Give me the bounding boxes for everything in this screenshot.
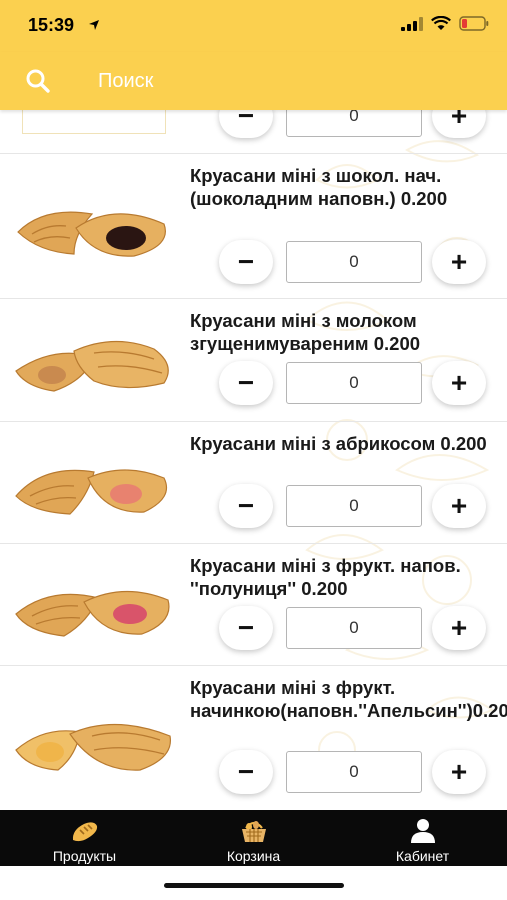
search-bar[interactable]: Поиск xyxy=(0,52,507,110)
increase-button[interactable]: + xyxy=(432,361,486,405)
home-indicator-area xyxy=(0,866,507,900)
croissant-orange-image xyxy=(15,723,172,771)
status-time: 15:39 xyxy=(28,15,75,35)
product-name: Круасани міні з фрукт. напов. ''полуниця… xyxy=(190,555,461,599)
product-list[interactable]: − + Круасани міні з шокол. нач. (шоколад… xyxy=(0,110,507,810)
status-bar: 15:39 xyxy=(0,0,507,52)
quantity-input[interactable] xyxy=(286,607,422,649)
croissant-chocolate-image xyxy=(17,211,166,257)
quantity-input[interactable] xyxy=(286,110,422,137)
product-name: Круасани міні з молоком згущенимувареним… xyxy=(190,310,421,354)
quantity-input[interactable] xyxy=(286,362,422,404)
quantity-input[interactable] xyxy=(286,485,422,527)
status-indicators xyxy=(401,16,489,31)
quantity-input[interactable] xyxy=(286,751,422,793)
product-name: Круасани міні з фрукт. начинкою(наповн.'… xyxy=(190,677,507,721)
home-indicator[interactable] xyxy=(164,883,344,888)
decrease-button[interactable]: − xyxy=(219,484,273,528)
croissant-apricot-image xyxy=(15,469,168,515)
product-row: Круасани міні з абрикосом 0.200 − + xyxy=(0,422,507,544)
search-icon[interactable] xyxy=(25,68,51,94)
product-row: − + xyxy=(0,110,507,154)
increase-button[interactable]: + xyxy=(432,750,486,794)
tab-account[interactable]: Кабинет xyxy=(338,810,507,866)
product-name: Круасани міні з шокол. нач. (шоколадним … xyxy=(190,165,448,209)
decrease-button[interactable]: − xyxy=(219,606,273,650)
increase-button[interactable]: + xyxy=(432,606,486,650)
battery-low-icon xyxy=(459,16,489,31)
search-placeholder[interactable]: Поиск xyxy=(98,70,153,93)
product-image-placeholder xyxy=(22,110,166,134)
product-row: Круасани міні з фрукт. начинкою(наповн.'… xyxy=(0,666,507,810)
tab-cart[interactable]: Корзина xyxy=(169,810,338,866)
increase-button[interactable]: + xyxy=(432,240,486,284)
tab-products[interactable]: Продукты xyxy=(0,810,169,866)
decrease-button[interactable]: − xyxy=(219,361,273,405)
basket-icon xyxy=(241,821,266,842)
product-row: Круасани міні з фрукт. напов. ''полуниця… xyxy=(0,544,507,666)
user-icon xyxy=(410,819,435,843)
croissant-strawberry-image xyxy=(15,590,170,637)
signal-icon xyxy=(401,16,423,31)
decrease-button[interactable]: − xyxy=(219,750,273,794)
decrease-button[interactable]: − xyxy=(219,240,273,284)
increase-button[interactable]: + xyxy=(432,110,486,138)
croissant-condensed-milk-image xyxy=(15,340,169,392)
location-arrow-icon xyxy=(89,20,99,30)
bread-icon xyxy=(72,822,97,842)
tab-label: Корзина xyxy=(226,848,281,864)
bottom-tab-bar: Продукты Корзина Кабинет xyxy=(0,810,507,866)
increase-button[interactable]: + xyxy=(432,484,486,528)
decrease-button[interactable]: − xyxy=(219,110,273,138)
tab-label: Кабинет xyxy=(395,848,450,864)
product-name: Круасани міні з абрикосом 0.200 xyxy=(190,433,487,454)
quantity-input[interactable] xyxy=(286,241,422,283)
product-row: Круасани міні з шокол. нач. (шоколадним … xyxy=(0,154,507,299)
product-row: Круасани міні з молоком згущенимувареним… xyxy=(0,299,507,422)
tab-label: Продукты xyxy=(52,848,117,864)
wifi-icon xyxy=(431,16,451,30)
